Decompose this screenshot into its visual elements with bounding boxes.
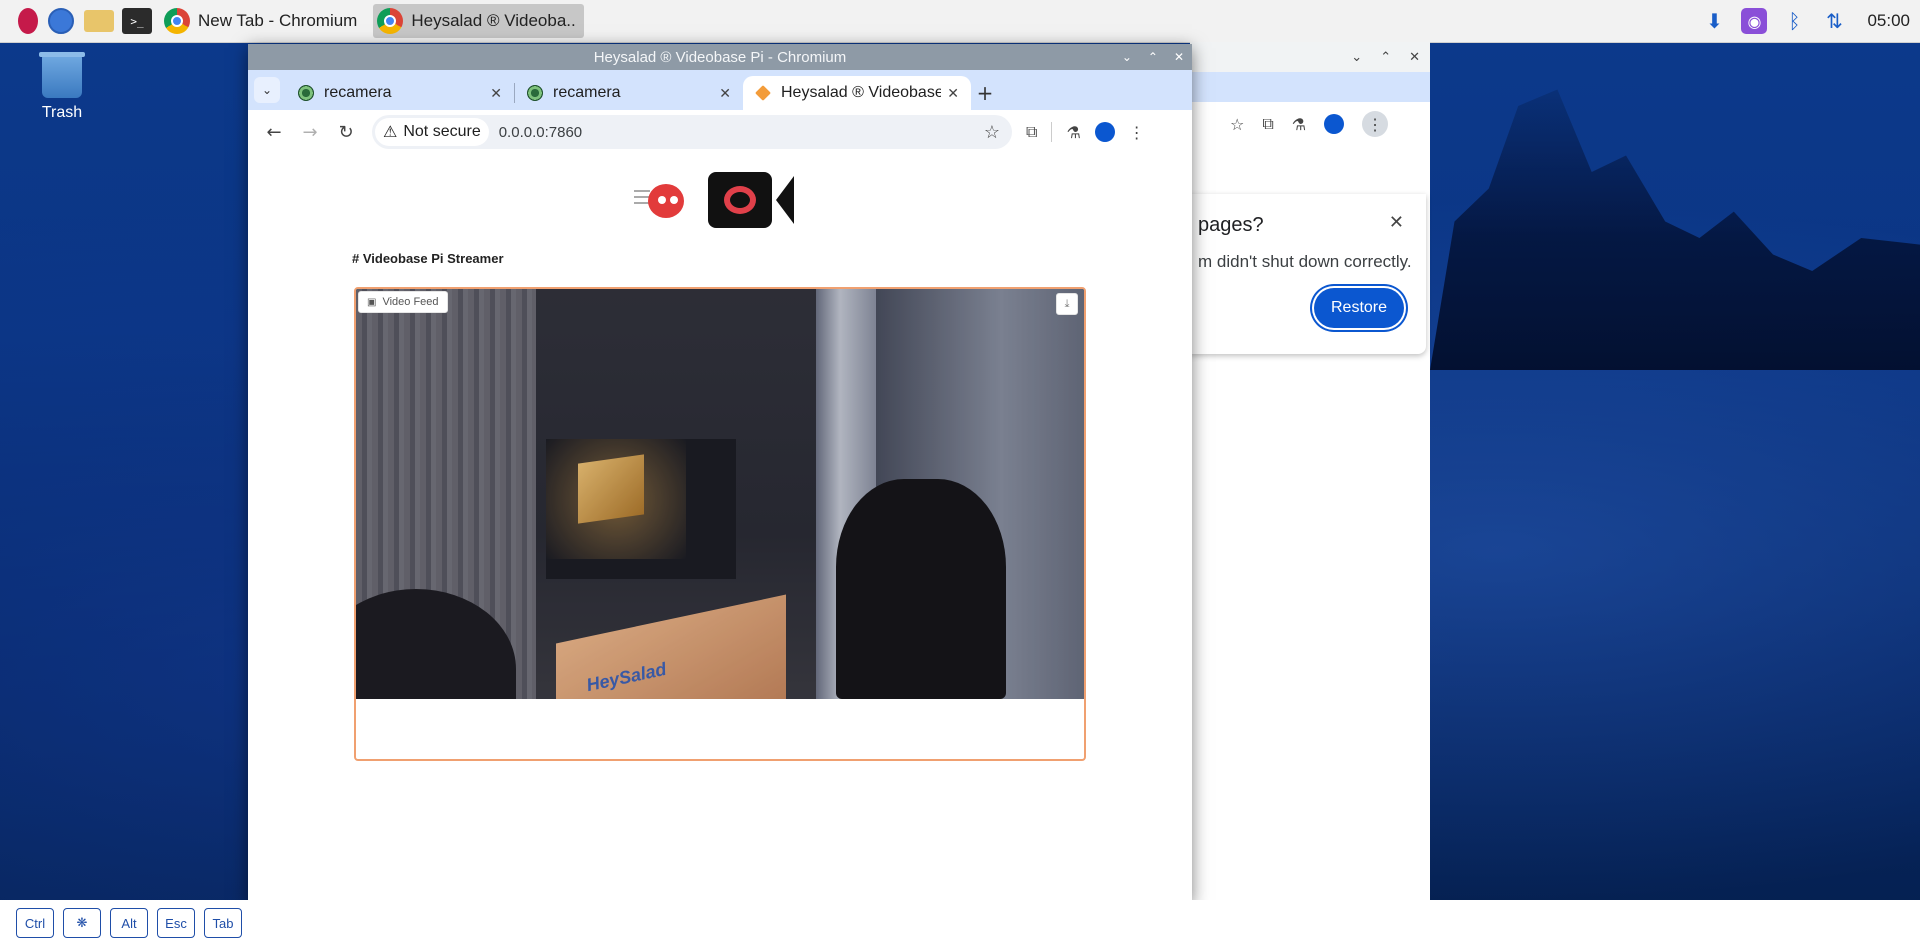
- file-manager-launcher[interactable]: [84, 6, 114, 36]
- security-label: Not secure: [403, 123, 481, 140]
- security-chip[interactable]: ⚠ Not secure: [375, 118, 489, 146]
- super-key[interactable]: ❋: [63, 908, 101, 938]
- raspberry-pi-icon: ❋: [76, 915, 88, 930]
- trash-desktop-icon[interactable]: Trash: [36, 52, 88, 122]
- header-logos: [634, 172, 794, 228]
- bluetooth-icon[interactable]: ᛒ: [1781, 8, 1807, 34]
- close-tab-icon[interactable]: ✕: [947, 85, 959, 102]
- close-tab-icon[interactable]: ✕: [490, 85, 502, 102]
- close-icon[interactable]: ✕: [1389, 212, 1404, 233]
- warning-icon: ⚠: [383, 124, 398, 141]
- video-feed-panel: ▣ Video Feed ⤓ HeySalad: [354, 287, 1086, 761]
- virtual-key-bar: [0, 900, 1920, 948]
- maximize-icon[interactable]: ⌃: [1380, 50, 1391, 65]
- flask-icon[interactable]: ⚗: [1066, 123, 1080, 142]
- minimize-icon[interactable]: ⌄: [1351, 50, 1362, 65]
- window-title: Heysalad ® Videobase Pi - Chromium: [593, 48, 847, 66]
- star-icon[interactable]: ☆: [984, 122, 1000, 143]
- tab-search-button[interactable]: ⌄: [254, 77, 280, 103]
- window-titlebar[interactable]: Heysalad ® Videobase Pi - Chromium ⌄ ⌃ ✕: [248, 44, 1192, 70]
- chromium-icon: [164, 8, 190, 34]
- system-tray: ⬇ ◉ ᛒ ⇅ 05:00: [1701, 0, 1910, 42]
- clock[interactable]: 05:00: [1867, 11, 1910, 31]
- videobase-camera-logo: [708, 172, 794, 228]
- kebab-menu-icon[interactable]: ⋮: [1362, 111, 1389, 137]
- image-icon: ▣: [367, 296, 377, 308]
- close-icon[interactable]: ✕: [1174, 50, 1184, 64]
- tab-label: recamera: [553, 84, 621, 101]
- background-toolbar: ☆ ⧉ ⚗ ⋮: [1190, 102, 1430, 146]
- video-stream: HeySalad: [356, 289, 1084, 699]
- trash-label: Trash: [41, 104, 83, 121]
- new-tab-button[interactable]: +: [971, 76, 999, 110]
- feed-label-text: Video Feed: [382, 296, 439, 308]
- restore-dialog-message: m didn't shut down correctly.: [1198, 252, 1412, 271]
- reload-icon[interactable]: ↻: [330, 116, 362, 148]
- page-content: # Videobase Pi Streamer ▣ Video Feed ⤓ H…: [248, 154, 1192, 902]
- taskbar: >_ New Tab - Chromium Heysalad ® Videoba…: [0, 0, 1920, 43]
- background-browser-window: ⌄ ⌃ ✕ ☆ ⧉ ⚗ ⋮ pages? ✕ m didn't shut dow…: [1190, 42, 1430, 902]
- url-text[interactable]: 0.0.0.0:7860: [499, 124, 984, 141]
- alt-key[interactable]: Alt: [110, 908, 148, 938]
- forward-arrow-icon[interactable]: →: [294, 116, 326, 148]
- download-icon[interactable]: ⤓: [1056, 293, 1078, 315]
- puzzle-icon[interactable]: ⧉: [1026, 122, 1037, 142]
- tab-label: recamera: [324, 84, 392, 101]
- taskbar-task-heysalad[interactable]: Heysalad ® Videoba..: [373, 4, 584, 38]
- restore-pages-dialog: pages? ✕ m didn't shut down correctly. R…: [1190, 194, 1426, 354]
- tab-recamera-2[interactable]: recamera ✕: [515, 76, 743, 110]
- network-icon[interactable]: ⇅: [1821, 8, 1847, 34]
- download-icon[interactable]: ⬇: [1701, 8, 1727, 34]
- raspberry-menu-button[interactable]: [8, 6, 38, 36]
- background-window-titlebar: ⌄ ⌃ ✕: [1190, 42, 1430, 72]
- tab-label: Heysalad ® Videobase P: [781, 84, 942, 101]
- web-browser-launcher[interactable]: [46, 6, 76, 36]
- tab-key[interactable]: Tab: [204, 908, 242, 938]
- maximize-icon[interactable]: ⌃: [1148, 50, 1158, 64]
- recamera-favicon-icon: [298, 85, 314, 101]
- chevron-down-icon: ⌄: [261, 83, 273, 97]
- virtual-keys: Ctrl ❋ Alt Esc Tab: [16, 908, 242, 938]
- profile-avatar[interactable]: [1094, 122, 1115, 142]
- browser-window: Heysalad ® Videobase Pi - Chromium ⌄ ⌃ ✕…: [248, 44, 1192, 902]
- restore-button[interactable]: Restore: [1314, 288, 1404, 328]
- profile-avatar[interactable]: [1324, 114, 1345, 134]
- tab-heysalad-videobase[interactable]: Heysalad ® Videobase P ✕: [743, 76, 971, 110]
- esc-key[interactable]: Esc: [157, 908, 195, 938]
- flask-icon[interactable]: ⚗: [1292, 115, 1306, 134]
- address-bar[interactable]: ⚠ Not secure 0.0.0.0:7860 ☆: [372, 115, 1012, 149]
- terminal-launcher[interactable]: >_: [122, 6, 152, 36]
- trash-icon: [39, 52, 85, 98]
- wallpaper-mountains: [1430, 89, 1920, 370]
- taskbar-task-label: Heysalad ® Videoba..: [411, 11, 576, 30]
- browser-toolbar: ← → ↻ ⚠ Not secure 0.0.0.0:7860 ☆ ⧉ ⚗ ⋮: [248, 110, 1192, 155]
- star-icon[interactable]: ☆: [1230, 115, 1244, 134]
- close-tab-icon[interactable]: ✕: [719, 85, 731, 102]
- chromium-icon: [377, 8, 404, 34]
- raspberry-pi-icon: [18, 8, 38, 34]
- page-heading: # Videobase Pi Streamer: [352, 251, 504, 266]
- video-feed-label: ▣ Video Feed: [358, 291, 448, 313]
- puzzle-icon[interactable]: ⧉: [1262, 114, 1273, 134]
- close-icon[interactable]: ✕: [1409, 50, 1420, 65]
- taskbar-task-label: New Tab - Chromium: [198, 11, 358, 30]
- heysalad-tomato-logo: [634, 180, 686, 220]
- heysalad-favicon-icon: [755, 85, 771, 101]
- globe-icon: [48, 8, 74, 34]
- back-arrow-icon[interactable]: ←: [258, 116, 290, 148]
- recamera-favicon-icon: [527, 85, 543, 101]
- restore-dialog-title: pages?: [1198, 214, 1264, 236]
- background-tabstrip: [1190, 72, 1430, 102]
- folder-icon: [84, 10, 114, 32]
- kebab-menu-icon[interactable]: ⋮: [1129, 123, 1145, 142]
- terminal-icon: >_: [122, 8, 152, 34]
- tabstrip: ⌄ recamera ✕ recamera ✕ Heysalad ® Video…: [248, 70, 1192, 110]
- app-icon[interactable]: ◉: [1741, 8, 1768, 34]
- ctrl-key[interactable]: Ctrl: [16, 908, 54, 938]
- minimize-icon[interactable]: ⌄: [1122, 50, 1132, 64]
- taskbar-task-new-tab[interactable]: New Tab - Chromium: [160, 4, 365, 38]
- toolbar-divider: [1051, 122, 1053, 142]
- tab-recamera-1[interactable]: recamera ✕: [286, 76, 514, 110]
